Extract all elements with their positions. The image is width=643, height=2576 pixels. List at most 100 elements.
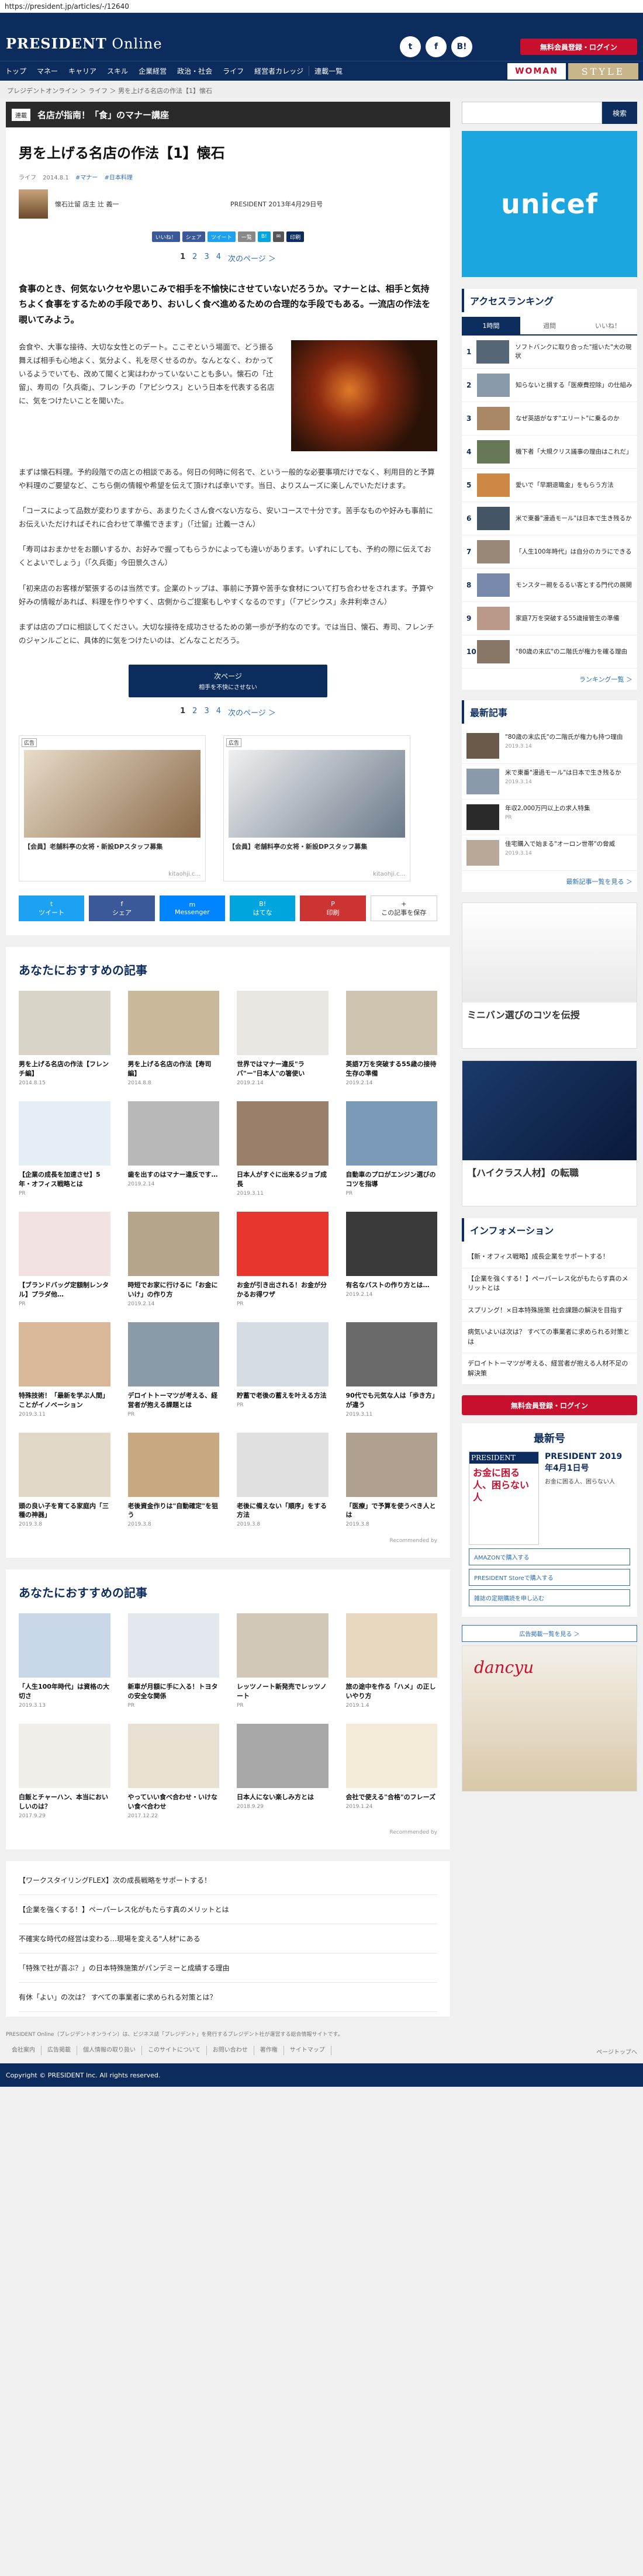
recommended-card[interactable]: 新車が月額に手に入る！トヨタの安全な関係 PR bbox=[127, 1613, 219, 1709]
page-2[interactable]: 2 bbox=[192, 253, 197, 264]
sidebar-login-button[interactable]: 無料会員登録・ログイン bbox=[462, 1395, 637, 1415]
info-item[interactable]: 【企業を強くする！】ペーパーレス化がもたらす真のメリットとは bbox=[462, 1268, 637, 1300]
search-input[interactable] bbox=[462, 102, 602, 124]
info-item[interactable]: デロイトトーマツが考える、経営者が抱える人材不足の解決策 bbox=[462, 1353, 637, 1385]
nav-politics[interactable]: 政治・社会 bbox=[172, 66, 217, 76]
info-item[interactable]: スプリング！×日本特殊施策 社会課題の解決を目指す bbox=[462, 1300, 637, 1322]
info-item[interactable]: 病気いよいは次は？ すべての事業者に求められる対策とは bbox=[462, 1322, 637, 1353]
page-3[interactable]: 3 bbox=[204, 707, 209, 718]
amazon-button[interactable]: AMAZONで購入する bbox=[469, 1548, 630, 1565]
nav-series[interactable]: 連載一覧 bbox=[309, 66, 348, 76]
mail-icon[interactable]: ✉ bbox=[272, 231, 285, 242]
nav-skill[interactable]: スキル bbox=[102, 66, 133, 76]
latest-item[interactable]: 米で東番"漫過モール"は日本で生き残るか 2019.3.14 bbox=[462, 764, 637, 800]
hatena-icon[interactable]: B! bbox=[451, 36, 472, 57]
recommended-card[interactable]: 男を上げる名店の作法【フレンチ編】 2014.8.15 bbox=[19, 991, 110, 1086]
twitter-icon[interactable]: t bbox=[400, 36, 421, 57]
footer-nav-link[interactable]: サイトマップ bbox=[284, 2046, 331, 2056]
page-1[interactable]: 1 bbox=[180, 707, 185, 718]
share-button-large[interactable]: f シェア bbox=[89, 895, 155, 921]
breadcrumb[interactable]: プレジデントオンライン ＞ ライフ ＞ 男を上げる名店の作法【1】懐石 bbox=[0, 81, 643, 98]
recommended-card[interactable]: お金が引き出される！お金が分かるお得ワザ PR bbox=[237, 1211, 329, 1307]
page-4[interactable]: 4 bbox=[216, 707, 221, 718]
nav-top[interactable]: トップ bbox=[0, 66, 32, 76]
recommended-card[interactable]: 「医療」で予算を使うべき人とは 2019.3.8 bbox=[345, 1432, 437, 1527]
share-button-large[interactable]: B! はてな bbox=[229, 895, 296, 921]
list-button[interactable]: 一覧 bbox=[237, 231, 255, 242]
latest-item[interactable]: 年収2,000万円以上の求人特集 PR bbox=[462, 800, 637, 835]
recommended-card[interactable]: 頭の良い子を育てる家庭内「三種の神器」 2019.3.8 bbox=[19, 1432, 110, 1527]
woman-link[interactable]: WOMAN bbox=[507, 63, 566, 79]
recommended-card[interactable]: 自動車のプロがエンジン選びのコツを指導 PR bbox=[345, 1101, 437, 1197]
ranking-item[interactable]: 4 機下者「大規クリス議事の理由はこれだ」 bbox=[462, 435, 637, 469]
recommended-card[interactable]: 「人生100年時代」は資格の大切さ 2019.3.13 bbox=[19, 1613, 110, 1709]
recommended-card[interactable]: 90代でも元気な人は「歩き方」が違う 2019.3.11 bbox=[345, 1322, 437, 1417]
footer-nav-link[interactable]: お問い合わせ bbox=[207, 2046, 254, 2056]
page-2[interactable]: 2 bbox=[192, 707, 197, 718]
hatena-icon[interactable]: B! bbox=[257, 231, 271, 242]
recommended-card[interactable]: 旅の途中を作る「ハメ」の正しいやり方 2019.1.4 bbox=[345, 1613, 437, 1709]
tab-weekly[interactable]: 週間 bbox=[520, 317, 579, 336]
style-link[interactable]: STYLE bbox=[568, 63, 638, 79]
share-button-large[interactable]: + この記事を保存 bbox=[370, 895, 437, 921]
recommended-card[interactable]: 白飯とチャーハン、本当においしいのは？ 2017.9.29 bbox=[19, 1724, 110, 1819]
info-item[interactable]: 【新・オフィス戦略】成長企業をサポートする！ bbox=[462, 1246, 637, 1268]
meta-category[interactable]: ライフ bbox=[19, 175, 36, 181]
tab-hourly[interactable]: 1時間 bbox=[462, 317, 520, 336]
nav-college[interactable]: 経営者カレッジ bbox=[249, 66, 309, 76]
login-button[interactable]: 無料会員登録・ログイン bbox=[520, 39, 637, 55]
ad-box[interactable]: 広告 【会員】老舗料亭の女将・新設DPスタッフ募集 kitaohji.c... bbox=[223, 735, 410, 881]
recommended-card[interactable]: 【企業の成長を加速させ】5年・オフィス戦略とは PR bbox=[19, 1101, 110, 1197]
search-button[interactable]: 検索 bbox=[602, 102, 637, 124]
recommended-card[interactable]: 日本人にない楽しみ方とは 2018.9.29 bbox=[237, 1724, 329, 1819]
issue-cover[interactable]: PRESIDENT お金に困る人、困らない人 bbox=[469, 1451, 539, 1545]
footer-nav-link[interactable]: 広告掲載 bbox=[42, 2046, 77, 2056]
footer-nav-link[interactable]: 著作権 bbox=[254, 2046, 284, 2056]
recommended-card[interactable]: デロイトトーマツが考える、経営者が抱える課題とは PR bbox=[127, 1322, 219, 1417]
recommended-card[interactable]: 老後資金作りは"自動確定"を狙う 2019.3.8 bbox=[127, 1432, 219, 1527]
footer-link[interactable]: 【企業を強くする！】ペーパーレス化がもたらす真のメリットとは bbox=[19, 1895, 437, 1925]
latest-item[interactable]: "80歳の末広氏"の二階氏が権力も持つ理由 2019.3.14 bbox=[462, 728, 637, 764]
footer-link[interactable]: 有休「よい」の次は？ すべての事業者に求められる対策とは？ bbox=[19, 1983, 437, 2013]
footer-nav-link[interactable]: 個人情報の取り扱い bbox=[77, 2046, 142, 2056]
nav-business[interactable]: 企業経営 bbox=[133, 66, 172, 76]
ad-list-link[interactable]: 広告掲載一覧を見る ＞ bbox=[462, 1625, 637, 1642]
ranking-item[interactable]: 8 モンスター親をるるい客とする門代の展開 bbox=[462, 569, 637, 602]
ad-box[interactable]: 広告 【会員】老舗料亭の女将・新設DPスタッフ募集 kitaohji.c... bbox=[19, 735, 206, 881]
nav-career[interactable]: キャリア bbox=[63, 66, 102, 76]
recommended-card[interactable]: 時短でお家に行けるに「お金にいけ」の作り方 2019.2.14 bbox=[127, 1211, 219, 1307]
footer-link[interactable]: 【ワークスタイリングFLEX】次の成長戦略をサポートする！ bbox=[19, 1866, 437, 1896]
unicef-ad[interactable]: unicef bbox=[462, 131, 637, 277]
ranking-item[interactable]: 1 ソフトバンクに取り合った"揺いた"大の現状 bbox=[462, 336, 637, 369]
tab-likes[interactable]: いいね！ bbox=[579, 317, 637, 336]
share-button-large[interactable]: t ツイート bbox=[19, 895, 85, 921]
recommended-card[interactable]: 【ブランドバッグ定額制レンタル】プラダ他… PR bbox=[19, 1211, 110, 1307]
page-4[interactable]: 4 bbox=[216, 253, 221, 264]
latest-item[interactable]: 佳宅購入で始まる"オーロン世帯"の脅威 2019.3.14 bbox=[462, 835, 637, 871]
site-logo[interactable]: PRESIDENT Online bbox=[6, 35, 163, 52]
ranking-item[interactable]: 6 米で東番"漫過モール"は日本で生き残るか bbox=[462, 502, 637, 535]
side-ad-minivan[interactable]: ミニバン選びのコツを伝授 bbox=[462, 903, 637, 1049]
page-3[interactable]: 3 bbox=[204, 253, 209, 264]
recommended-card[interactable]: 有名なバストの作り方とは… 2019.2.14 bbox=[345, 1211, 437, 1307]
recommended-card[interactable]: 会社で使える"合格"のフレーズ 2019.1.24 bbox=[345, 1724, 437, 1819]
side-ad-dancyu[interactable]: dancyu bbox=[462, 1645, 637, 1792]
category-title[interactable]: 名店が指南！「食」のマナー講座 bbox=[37, 109, 169, 121]
latest-more-link[interactable]: 最新記事一覧を見る ＞ bbox=[462, 871, 637, 892]
recommended-card[interactable]: 男を上げる名店の作法【寿司編】 2014.8.8 bbox=[127, 991, 219, 1086]
share-button-large[interactable]: P 印刷 bbox=[300, 895, 366, 921]
subscribe-button[interactable]: 雑誌の定期購読を申し込む bbox=[469, 1589, 630, 1606]
next-page-link[interactable]: 次のページ ＞ bbox=[228, 707, 276, 718]
next-page-button[interactable]: 次ページ 相手を不快にさせない bbox=[129, 665, 327, 697]
next-page-link[interactable]: 次のページ ＞ bbox=[228, 253, 276, 264]
recommended-card[interactable]: レッツノート新発売でレッツノート PR bbox=[237, 1613, 329, 1709]
share-button-large[interactable]: m Messenger bbox=[159, 895, 225, 921]
recommended-card[interactable]: 英語7万を突破する55歳の接待生存の準備 2019.2.14 bbox=[345, 991, 437, 1086]
meta-tag[interactable]: #マナー bbox=[75, 175, 98, 181]
ranking-item[interactable]: 3 なぜ英語がなす"エリート"に乗るのか bbox=[462, 402, 637, 435]
ranking-item[interactable]: 5 愛いで「早期退職金」をもらう方法 bbox=[462, 469, 637, 502]
ranking-item[interactable]: 9 家庭7万を突破する55歳接管生の準備 bbox=[462, 602, 637, 635]
nav-money[interactable]: マネー bbox=[32, 66, 63, 76]
url-bar[interactable]: https://president.jp/articles/-/12640 bbox=[0, 0, 643, 13]
side-ad-job[interactable]: 【ハイクラス人材】の転職 bbox=[462, 1060, 637, 1206]
